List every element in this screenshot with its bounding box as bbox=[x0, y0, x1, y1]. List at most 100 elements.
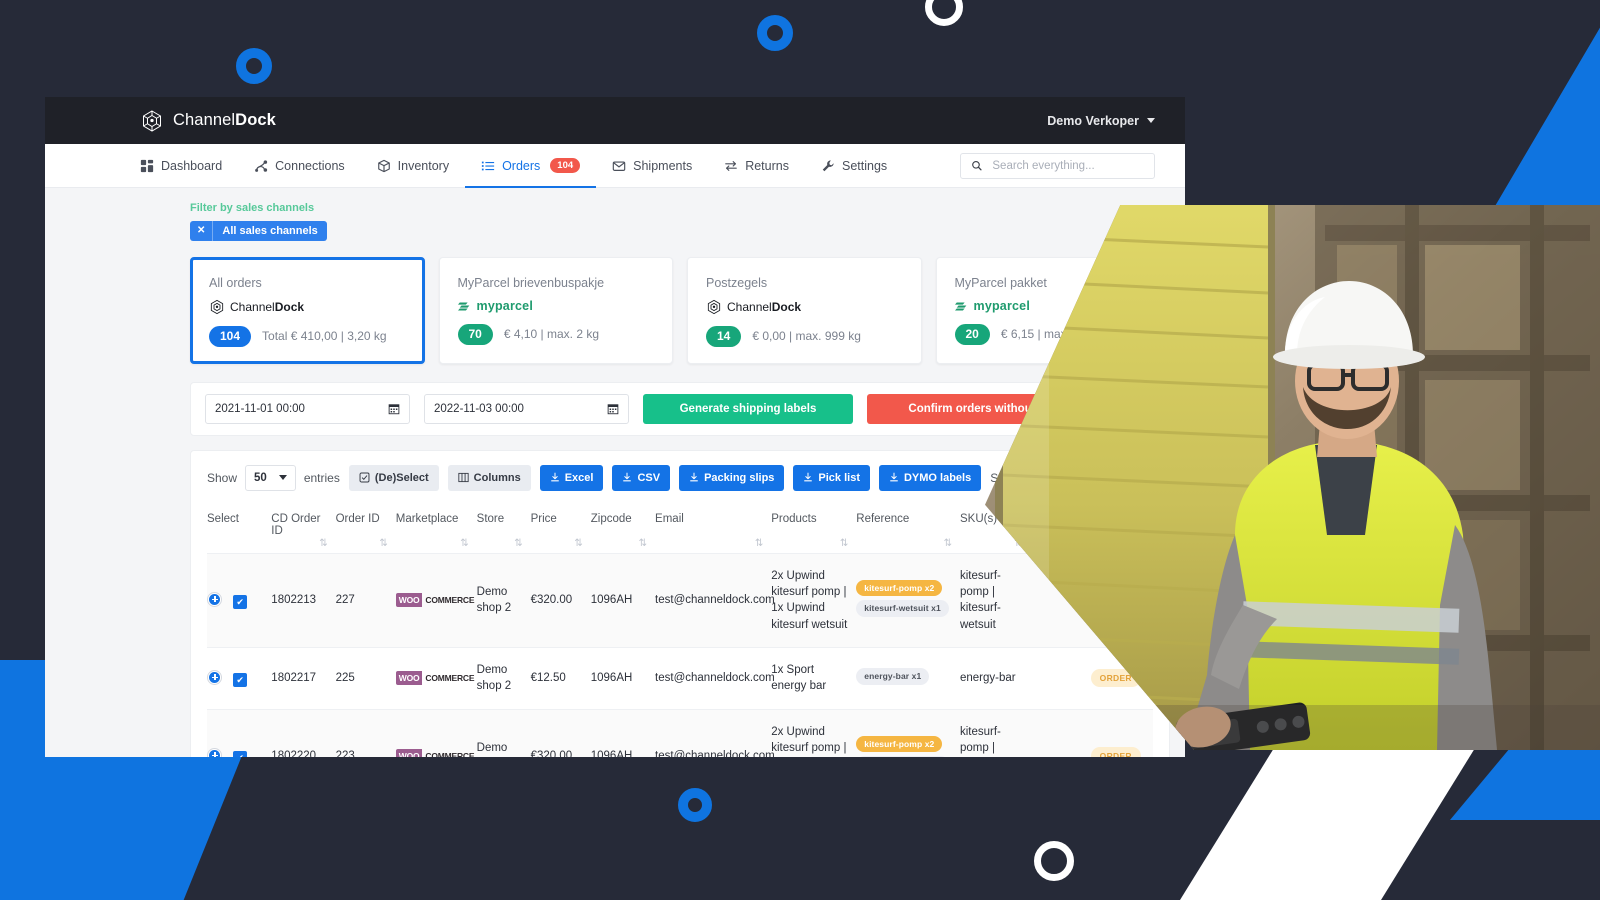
nav-item-settings[interactable]: Settings bbox=[805, 144, 903, 187]
global-search-box[interactable] bbox=[960, 152, 1155, 179]
shipment-icon bbox=[612, 160, 626, 171]
nav-item-orders[interactable]: Orders 104 bbox=[465, 144, 597, 188]
sort-icon[interactable]: ⇅ bbox=[639, 538, 647, 549]
nav-label-dashboard: Dashboard bbox=[161, 158, 223, 173]
show-label: Show bbox=[207, 470, 238, 485]
date-from-value: 2021-11-01 00:00 bbox=[215, 402, 305, 415]
expand-row-button[interactable] bbox=[207, 591, 222, 607]
cell-zipcode: 1096AH bbox=[590, 552, 656, 648]
card-title: Postzegels bbox=[706, 275, 768, 290]
woocommerce-logo-icon: WOO COMMERCE bbox=[395, 749, 477, 757]
col-zipcode-label: Zipcode bbox=[590, 512, 632, 525]
deselect-button[interactable]: (De)Select bbox=[348, 464, 439, 491]
nav-label-settings: Settings bbox=[841, 158, 888, 173]
nav-item-dashboard[interactable]: Dashboard bbox=[140, 144, 238, 187]
brand-name-bold: Dock bbox=[235, 111, 276, 129]
card-logo-text: myparcel bbox=[476, 298, 533, 313]
expand-row-button[interactable] bbox=[207, 669, 222, 685]
list-icon bbox=[481, 161, 495, 170]
date-from-field[interactable]: 2021-11-01 00:00 bbox=[205, 393, 410, 424]
card-stats: 14 € 0,00 | max. 999 kg bbox=[706, 325, 903, 347]
sort-icon[interactable]: ⇅ bbox=[379, 538, 387, 549]
table-row[interactable]: ✔ 1802213 227 WOO COMMERCE Demo shop 2 €3… bbox=[207, 552, 1153, 648]
sort-icon[interactable]: ⇅ bbox=[755, 538, 763, 549]
cell-status: ORDER bbox=[1090, 708, 1153, 757]
page-size-select[interactable]: 50 bbox=[245, 464, 296, 491]
date-to-field[interactable]: 2022-11-03 00:00 bbox=[424, 393, 629, 424]
sort-icon[interactable]: ⇅ bbox=[514, 538, 522, 549]
nav-label-inventory: Inventory bbox=[397, 158, 450, 173]
filter-chip-all-sales-channels[interactable]: ✕ All sales channels bbox=[190, 220, 327, 241]
row-checkbox[interactable]: ✔ bbox=[233, 673, 248, 688]
shipping-method-cards: All orders ChannelDock 104 Total € 410,0… bbox=[45, 241, 1185, 364]
nav-item-connections[interactable]: Connections bbox=[238, 144, 361, 187]
ring-white-2 bbox=[1034, 841, 1074, 881]
nav-label-orders: Orders bbox=[502, 158, 541, 173]
cell-order-id: 227 bbox=[335, 552, 396, 648]
export-excel-button[interactable]: Excel bbox=[539, 464, 604, 491]
cell-email: test@channeldock.com bbox=[655, 552, 775, 648]
columns-button[interactable]: Columns bbox=[447, 464, 531, 491]
channeldock-logo-icon bbox=[707, 299, 721, 314]
sort-icon[interactable]: ⇅ bbox=[319, 538, 327, 549]
card-postzegels[interactable]: Postzegels ChannelDock 14 € 0,00 | max. … bbox=[687, 256, 922, 364]
card-all-orders[interactable]: All orders ChannelDock 104 Total € 410,0… bbox=[190, 256, 425, 364]
col-products-label: Products bbox=[771, 512, 817, 525]
cell-skus: kitesurf-pomp | kitesurf-wetsuit bbox=[959, 708, 1031, 757]
col-store: Store ⇅ bbox=[477, 505, 531, 554]
chevron-down-icon bbox=[278, 475, 287, 481]
cell-store: Demo shop 2 bbox=[476, 647, 531, 710]
col-email: Email ⇅ bbox=[655, 505, 771, 554]
col-price-label: Price bbox=[530, 512, 557, 525]
cell-zipcode: 1096AH bbox=[590, 647, 656, 710]
calendar-icon bbox=[388, 404, 400, 415]
cell-store: Demo shop 2 bbox=[476, 708, 531, 757]
checkbox-icon bbox=[359, 472, 370, 483]
connections-icon bbox=[255, 159, 268, 172]
show-entries-group: Show 50 entries bbox=[207, 464, 340, 491]
user-menu[interactable]: Demo Verkoper bbox=[1047, 114, 1155, 128]
export-csv-button[interactable]: CSV bbox=[612, 464, 671, 491]
cell-marketplace: WOO COMMERCE bbox=[395, 647, 477, 710]
sort-icon[interactable]: ⇅ bbox=[840, 538, 848, 549]
card-title: MyParcel brievenbuspakje bbox=[457, 275, 605, 290]
cell-price: €320.00 bbox=[530, 552, 591, 648]
app-window: ChannelDock Demo Verkoper Dashboard Conn… bbox=[45, 97, 1185, 757]
table-row[interactable]: ✔ 1802217 225 WOO COMMERCE Demo shop 2 €1… bbox=[207, 647, 1153, 710]
cell-select: ✔ bbox=[207, 708, 272, 757]
nav-item-shipments[interactable]: Shipments bbox=[596, 144, 708, 187]
sort-icon[interactable]: ⇅ bbox=[944, 538, 952, 549]
nav-label-shipments: Shipments bbox=[633, 158, 693, 173]
expand-row-button[interactable] bbox=[207, 747, 222, 757]
search-icon bbox=[972, 160, 982, 171]
nav-item-returns[interactable]: Returns bbox=[708, 144, 805, 187]
reference-tag: kitesurf-wetsuit x1 bbox=[856, 600, 949, 617]
table-row[interactable]: ✔ 1802220 223 WOOCOMMERCE Demo shop 2 €3… bbox=[207, 708, 1153, 757]
col-skus-label: SKU(s) bbox=[959, 512, 998, 525]
row-checkbox[interactable]: ✔ bbox=[233, 595, 248, 610]
reference-tag: kitesurf-pomp x2 bbox=[856, 735, 943, 753]
orders-table: Select CD Order ID ⇅ Order ID ⇅ Marketplac… bbox=[207, 505, 1153, 757]
reference-tag: kitesurf-pomp x2 bbox=[856, 579, 943, 597]
row-checkbox[interactable]: ✔ bbox=[233, 751, 248, 757]
sort-icon[interactable]: ⇅ bbox=[460, 538, 468, 549]
columns-icon bbox=[458, 473, 469, 483]
cell-reference: energy-bar x1 bbox=[856, 647, 960, 710]
chip-close-icon[interactable]: ✕ bbox=[190, 220, 214, 241]
global-search-input[interactable] bbox=[992, 159, 1144, 172]
col-reference: Reference ⇅ bbox=[856, 505, 960, 554]
col-email-label: Email bbox=[655, 512, 684, 525]
card-myparcel-brievenbuspakje[interactable]: MyParcel brievenbuspakje myparcel 70 € 4… bbox=[438, 256, 673, 364]
dymo-labels-button[interactable]: DYMO labels bbox=[878, 464, 982, 491]
brand-name-light: Channel bbox=[173, 111, 236, 129]
nav-item-inventory[interactable]: Inventory bbox=[361, 144, 465, 187]
nav-label-connections: Connections bbox=[275, 158, 345, 173]
orders-count-badge: 104 bbox=[550, 158, 581, 173]
generate-shipping-labels-button[interactable]: Generate shipping labels bbox=[643, 393, 853, 424]
date-to-value: 2022-11-03 00:00 bbox=[434, 402, 524, 415]
packing-slips-button[interactable]: Packing slips bbox=[679, 464, 785, 491]
cell-reference: kitesurf-pomp x2 kitesurf-wetsuit x1 bbox=[856, 708, 960, 757]
pick-list-button[interactable]: Pick list bbox=[793, 464, 870, 491]
channeldock-logo-icon bbox=[210, 299, 224, 314]
sort-icon[interactable]: ⇅ bbox=[574, 538, 582, 549]
